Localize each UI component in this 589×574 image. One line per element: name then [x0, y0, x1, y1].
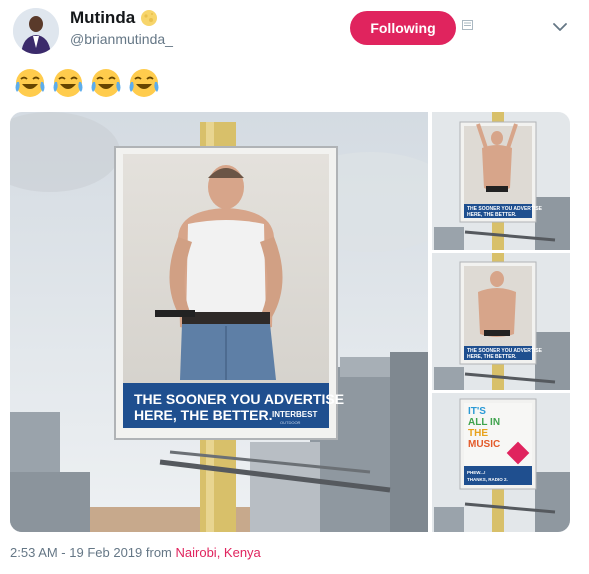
- tweet-timestamp[interactable]: 2:53 AM - 19 Feb 2019: [10, 545, 142, 560]
- following-button[interactable]: Following: [350, 11, 456, 45]
- tears-of-joy-emoji-icon: [15, 69, 45, 97]
- chevron-down-icon[interactable]: [553, 22, 567, 32]
- main-photo[interactable]: THE SOONER YOU ADVERTISE HERE, THE BETTE…: [10, 112, 460, 532]
- full-moon-emoji-icon: [141, 10, 158, 26]
- thumb3-small2: THANKS, RADIO 2.: [467, 477, 508, 482]
- thumb2-headline-line2: HERE, THE BETTER.: [467, 354, 517, 360]
- main-brand-sub: OUTDOOR: [280, 420, 301, 425]
- tears-of-joy-emoji-icon: [129, 69, 159, 97]
- main-headline-line2: HERE, THE BETTER.: [134, 407, 272, 423]
- main-headline-line1: THE SOONER YOU ADVERTISE: [134, 391, 344, 407]
- display-name[interactable]: Mutinda: [70, 8, 135, 28]
- author-name-row: Mutinda: [70, 8, 158, 28]
- thumb3-line2: ALL IN: [468, 417, 500, 428]
- thumb1-headline-line2: HERE, THE BETTER.: [467, 212, 517, 218]
- main-brand: INTERBEST: [272, 410, 317, 419]
- thumb3-small1: PHEW...!: [467, 470, 486, 475]
- author-handle[interactable]: @brianmutinda_: [70, 31, 173, 47]
- tears-of-joy-emoji-icon: [91, 69, 121, 97]
- tweet-meta: 2:53 AM - 19 Feb 2019 from Nairobi, Keny…: [10, 545, 261, 560]
- thumb-photo-3[interactable]: IT'S ALL IN THE MUSIC PHEW...! THANKS, R…: [432, 393, 570, 532]
- thumb3-line1: IT'S: [468, 406, 486, 417]
- thumb3-line3: THE: [468, 428, 488, 439]
- thumb3-line4: MUSIC: [468, 439, 500, 450]
- tweet-card: Mutinda @brianmutinda_ Following THE SOO…: [0, 0, 589, 574]
- thumb-photo-1[interactable]: THE SOONER YOU ADVERTISE HERE, THE BETTE…: [432, 112, 570, 250]
- block-icon[interactable]: [462, 20, 473, 30]
- media-grid: THE SOONER YOU ADVERTISE HERE, THE BETTE…: [10, 112, 570, 532]
- location-link[interactable]: Nairobi, Kenya: [176, 545, 261, 560]
- tweet-text: [13, 66, 161, 100]
- from-label: from: [145, 545, 172, 560]
- thumb-photo-2[interactable]: THE SOONER YOU ADVERTISE HERE, THE BETTE…: [432, 253, 570, 390]
- tears-of-joy-emoji-icon: [53, 69, 83, 97]
- avatar[interactable]: [13, 8, 59, 54]
